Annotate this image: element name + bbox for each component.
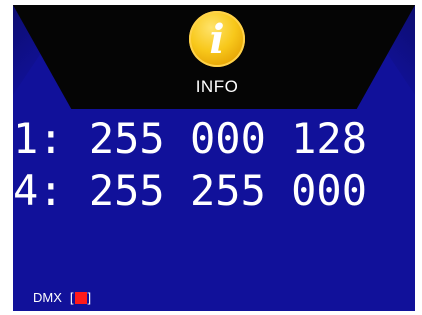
display-screen: i INFO 1: 255 000 128 4: 255 255 000 DMX… — [13, 5, 415, 311]
dmx-indicator-led — [74, 291, 87, 304]
dmx-label: DMX — [33, 290, 62, 305]
info-label: INFO — [195, 77, 239, 96]
channel-row-1: 1: 255 000 128 — [13, 114, 368, 163]
channel-row-4: 4: 255 255 000 — [13, 166, 368, 215]
dmx-bracket-open: [ — [69, 290, 74, 305]
dmx-status: DMX [ ] — [33, 290, 91, 305]
dmx-bracket-close: ] — [87, 290, 92, 305]
info-icon[interactable]: i — [189, 11, 245, 67]
info-icon-glyph: i — [209, 16, 225, 63]
